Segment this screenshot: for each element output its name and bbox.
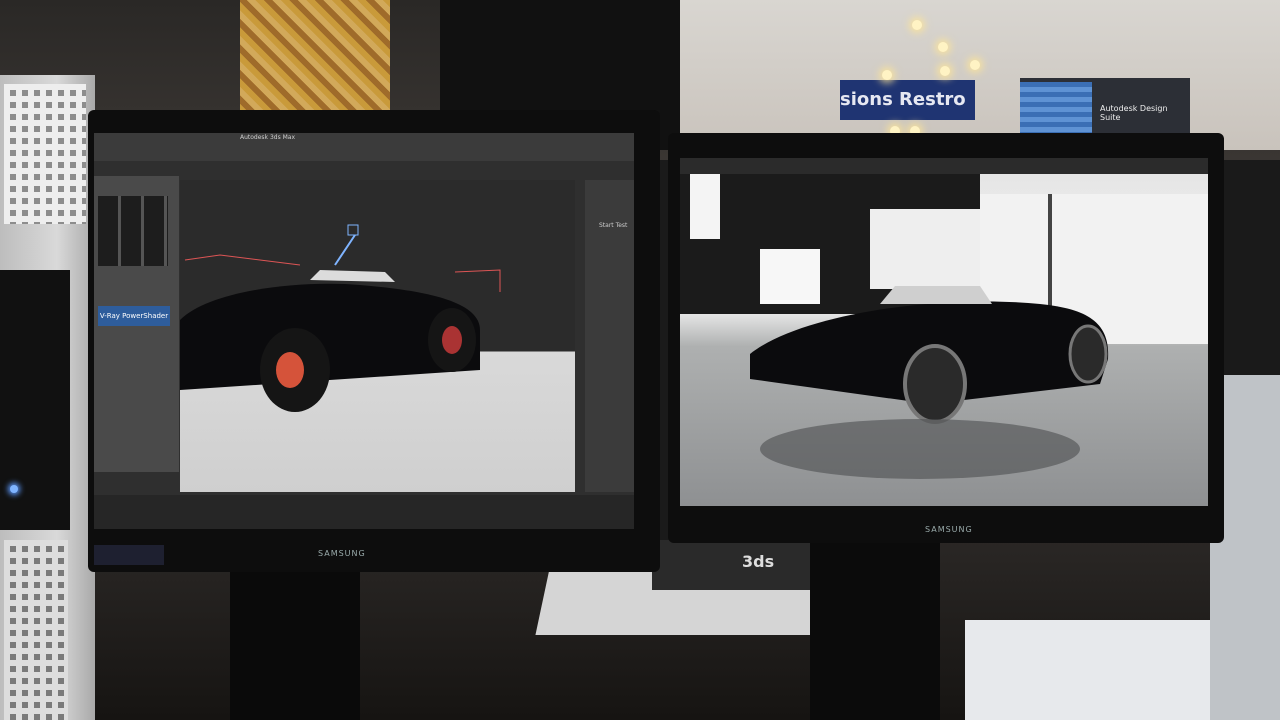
material-slots — [98, 196, 168, 266]
ceiling-light — [970, 60, 980, 70]
ceiling-light — [882, 70, 892, 80]
left-monitor-stand — [230, 570, 360, 720]
wall-tapestry — [240, 0, 390, 112]
booth-sign-text: sions Restro — [840, 89, 966, 110]
3ds-max-title: Autodesk 3ds Max — [240, 134, 296, 141]
magazine-title: 3ds — [742, 552, 775, 571]
tower-grill-bottom — [4, 540, 68, 720]
kiosk-label: Autodesk Design Suite — [1100, 104, 1168, 122]
3d-viewport — [180, 180, 575, 492]
right-monitor-stand — [810, 540, 940, 720]
timeline-bar — [94, 495, 634, 529]
booth-sign: sions Restro — [840, 80, 975, 120]
rendered-car-image — [680, 174, 1208, 479]
booth-wall — [680, 0, 1280, 150]
power-led-icon — [10, 485, 18, 493]
render-window-titlebar — [680, 158, 1208, 174]
tower-grill-top — [4, 84, 86, 224]
start-test-button[interactable]: Start Test — [599, 222, 627, 229]
photo-scene: sions Restro Autodesk Design Suite 3ds A… — [0, 0, 1280, 720]
3ds-max-toolbar — [94, 133, 634, 161]
ceiling-light — [938, 42, 948, 52]
vray-powershader-label: V-Ray PowerShader — [98, 306, 170, 326]
render-frame — [680, 174, 1208, 506]
ceiling-light — [940, 66, 950, 76]
windows-taskbar — [94, 545, 164, 565]
left-monitor-brand: SAMSUNG — [318, 549, 366, 558]
magazine-cover — [652, 540, 817, 590]
ceiling-light — [912, 20, 922, 30]
right-monitor-brand: SAMSUNG — [925, 525, 973, 534]
viewport-car-model — [180, 224, 501, 412]
